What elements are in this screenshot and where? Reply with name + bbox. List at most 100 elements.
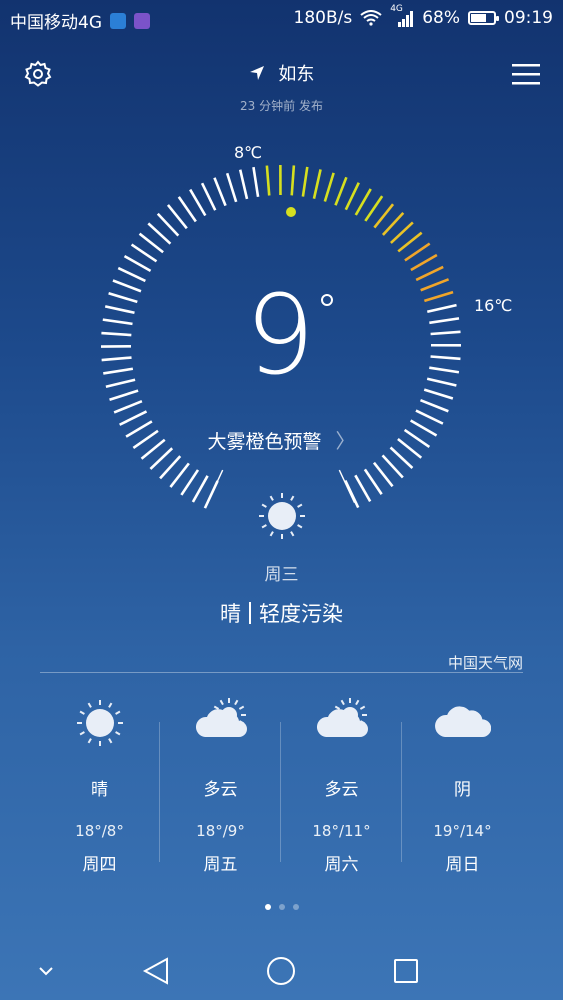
air-quality-text: 轻度污染: [259, 602, 343, 626]
dial-tick: [166, 204, 188, 230]
dial-tick: [177, 196, 197, 223]
forecast-day-2[interactable]: 多云 18°/9° 周五: [160, 695, 281, 875]
dial-tick: [156, 212, 180, 237]
dial-tick: [113, 399, 143, 414]
dial-tick: [238, 169, 249, 200]
signal-icon: 4G: [390, 4, 414, 27]
dial-tick: [105, 378, 136, 388]
dial-tick: [102, 318, 133, 326]
dial-end-mark: [338, 469, 356, 503]
chevron-right-icon: 〉: [335, 429, 356, 453]
forecast-weekday: 周日: [445, 855, 480, 875]
forecast-range: 18°/9°: [196, 822, 245, 840]
dial-tick: [354, 474, 372, 502]
dial-tick: [109, 389, 139, 401]
dial-tick: [323, 172, 335, 202]
weather-app-icon: [110, 12, 126, 29]
battery-percent: 68%: [422, 8, 460, 28]
dial-tick: [334, 176, 348, 206]
dial-tick: [108, 292, 138, 304]
dial-tick: [103, 367, 134, 375]
recent-apps-icon[interactable]: [394, 959, 418, 983]
wifi-icon: [360, 10, 382, 26]
dial-tick: [252, 166, 260, 197]
dial-tick: [364, 195, 384, 222]
dial-tick: [312, 169, 322, 199]
menu-icon[interactable]: [512, 62, 540, 86]
gallery-app-icon: [134, 12, 150, 29]
forecast-day-3[interactable]: 多云 18°/11° 周六: [281, 695, 402, 875]
clock: 09:19: [504, 8, 553, 28]
dial-tick: [430, 355, 461, 361]
update-time: 23 分钟前 发布: [240, 99, 323, 113]
forecast-condition: 阴: [454, 780, 471, 800]
dial-tick: [104, 305, 135, 315]
separator: [249, 602, 251, 624]
dial-tick: [117, 266, 146, 283]
dial-tick: [397, 231, 423, 253]
dial-tick: [354, 188, 372, 216]
forecast-day-4[interactable]: 阴 19°/14° 周日: [402, 695, 523, 875]
partly-cloudy-icon: [281, 695, 402, 751]
dial-tick: [123, 254, 152, 273]
dial-tick: [344, 182, 360, 211]
dial-tick: [430, 330, 461, 336]
divider: [40, 672, 523, 673]
dial-tick: [189, 188, 207, 217]
forecast-range: 19°/14°: [433, 822, 492, 840]
dial-tick: [344, 479, 360, 509]
dial-tick: [159, 455, 182, 480]
dial-end-mark: [206, 469, 224, 503]
dial-tick: [426, 377, 457, 387]
dial-tick: [404, 242, 431, 262]
weather-text: 晴: [220, 602, 241, 626]
forecast-weekday: 周四: [82, 855, 117, 875]
collapse-chevron-icon[interactable]: [39, 967, 53, 976]
temp-min-label: 8℃: [234, 143, 263, 162]
dial-tick: [423, 290, 454, 303]
location-bar[interactable]: 如东: [0, 60, 563, 86]
page-dot: [278, 904, 285, 910]
dial-tick: [389, 221, 414, 244]
dial-tick: [225, 172, 238, 203]
current-temp-marker: [286, 207, 296, 217]
status-bar: 中国移动4G 180B/s 4G 68% 09:19: [0, 0, 563, 40]
data-source[interactable]: 中国天气网: [448, 652, 523, 673]
page-indicator[interactable]: [0, 904, 563, 910]
dial-tick: [301, 166, 309, 197]
dial-tick: [415, 409, 444, 425]
temp-max-label: 16℃: [474, 296, 513, 315]
dial-tick: [169, 462, 190, 488]
dial-tick: [426, 303, 457, 314]
navigation-bar: [39, 957, 418, 985]
location-name: 如东: [278, 64, 315, 85]
forecast-day-1[interactable]: 晴 18°/8° 周四: [39, 695, 160, 875]
location-arrow-icon: [249, 66, 264, 80]
weather-alert[interactable]: 大雾橙色预警〉: [0, 425, 563, 454]
home-icon[interactable]: [267, 957, 295, 985]
forecast-range: 18°/11°: [312, 822, 371, 840]
sun-icon: [259, 493, 305, 539]
forecast-weekday: 周六: [324, 855, 359, 875]
dial-tick: [180, 469, 200, 496]
forecast-condition: 晴: [91, 780, 108, 800]
dial-tick: [373, 203, 395, 229]
dial-tick: [372, 461, 394, 488]
dial-tick: [423, 388, 454, 400]
today-weekday: 周三: [264, 565, 299, 585]
dial-tick: [381, 212, 405, 236]
cloud-icon: [402, 695, 523, 751]
forecast-range: 18°/8°: [75, 822, 124, 840]
back-icon[interactable]: [142, 957, 168, 985]
alert-text: 大雾橙色预警: [207, 431, 322, 453]
battery-icon: [468, 11, 499, 25]
dial-tick: [415, 265, 444, 282]
forecast-weekday: 周五: [203, 855, 238, 875]
sun-icon: [39, 695, 160, 751]
dial-tick: [138, 232, 164, 254]
dial-tick: [147, 222, 172, 245]
dial-tick: [119, 410, 148, 426]
network-speed: 180B/s: [293, 8, 353, 28]
forecast-condition: 多云: [203, 780, 238, 800]
page-dot: [292, 904, 299, 910]
